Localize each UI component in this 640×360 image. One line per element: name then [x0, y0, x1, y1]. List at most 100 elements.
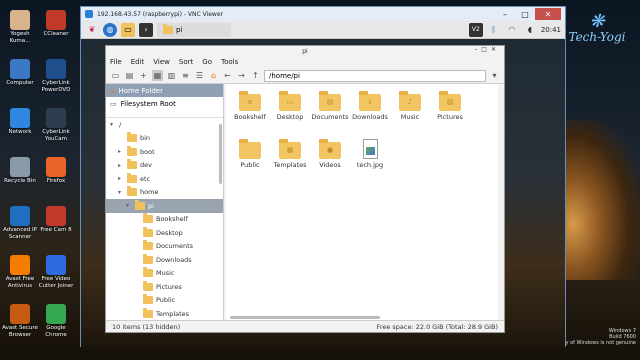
- file-item[interactable]: ● Videos: [310, 138, 350, 186]
- tree-item[interactable]: bin: [106, 132, 223, 146]
- expander-icon[interactable]: ▸: [118, 175, 124, 182]
- menu-item-sort[interactable]: Sort: [179, 58, 193, 66]
- tree-item[interactable]: Music: [106, 267, 223, 281]
- file-item[interactable]: ≡ Bookshelf: [230, 90, 270, 138]
- file-item[interactable]: ↓ Downloads: [350, 90, 390, 138]
- file-item[interactable]: ♪ Music: [390, 90, 430, 138]
- tree-item[interactable]: Desktop: [106, 226, 223, 240]
- list-view-icon[interactable]: ☰: [194, 70, 205, 81]
- tree-item[interactable]: Public: [106, 294, 223, 308]
- desktop-shortcut[interactable]: Avast Secure Browser: [2, 304, 38, 338]
- desktop-shortcut[interactable]: CCleaner: [38, 10, 74, 38]
- desktop-shortcut-label: Advanced IP Scanner: [3, 227, 37, 240]
- close-button[interactable]: ✕: [535, 8, 561, 20]
- file-item[interactable]: ▨ Pictures: [430, 90, 470, 138]
- desktop-shortcut[interactable]: Avast Free Antivirus: [2, 255, 38, 289]
- desktop-shortcut-icon: [10, 206, 30, 226]
- volume-icon[interactable]: ◖: [523, 23, 537, 37]
- vnc-titlebar[interactable]: 192.168.43.57 (raspberrypi) - VNC Viewer…: [81, 7, 565, 21]
- desktop-shortcut[interactable]: Advanced IP Scanner: [2, 206, 38, 240]
- tree-label: pi: [148, 201, 154, 210]
- file-item[interactable]: ▤ Documents: [310, 90, 350, 138]
- tree-item[interactable]: ▸ boot: [106, 145, 223, 159]
- desktop-shortcut[interactable]: Free Cam 8: [38, 206, 74, 234]
- file-item-label: Templates: [273, 161, 307, 169]
- file-item[interactable]: ▦ Templates: [270, 138, 310, 186]
- menu-item-file[interactable]: File: [110, 58, 122, 66]
- file-item[interactable]: ▭ Desktop: [270, 90, 310, 138]
- compact-view-icon[interactable]: ≡: [180, 70, 191, 81]
- chevron-down-icon[interactable]: ▾: [489, 70, 500, 81]
- tree-label: etc: [140, 174, 151, 183]
- expander-icon[interactable]: ▸: [118, 162, 124, 169]
- tree-item[interactable]: Bookshelf: [106, 213, 223, 227]
- file-manager-titlebar[interactable]: pi –□✕: [106, 46, 504, 56]
- tree-label: Pictures: [156, 282, 182, 291]
- folder-icon: [135, 199, 145, 210]
- desktop-shortcut[interactable]: Google Chrome: [38, 304, 74, 338]
- up-icon[interactable]: ↑: [250, 70, 261, 81]
- back-icon[interactable]: ←: [222, 70, 233, 81]
- expander-icon[interactable]: ▾: [118, 189, 124, 196]
- new-window-icon[interactable]: ▭: [110, 70, 121, 81]
- file-manager-icon[interactable]: ▭: [121, 22, 135, 37]
- forward-icon[interactable]: →: [236, 70, 247, 81]
- side-scrollbar[interactable]: [219, 124, 222, 184]
- desktop-shortcut[interactable]: Network: [2, 108, 38, 136]
- file-item[interactable]: Public: [230, 138, 270, 186]
- wifi-icon[interactable]: ◠: [505, 23, 519, 37]
- horizontal-scrollbar[interactable]: [230, 316, 380, 319]
- home-icon[interactable]: ⌂: [208, 70, 219, 81]
- file-item[interactable]: tech.jpg: [350, 138, 390, 186]
- desktop-shortcut[interactable]: Computer: [2, 59, 38, 87]
- desktop-shortcut[interactable]: Yogesh Kuma...: [2, 10, 38, 44]
- desktop-shortcut[interactable]: Recycle Bin: [2, 157, 38, 185]
- raspberry-menu-icon[interactable]: ❦: [85, 23, 99, 37]
- tree-item[interactable]: ▾ home: [106, 186, 223, 200]
- status-bar: 10 items (13 hidden) Free space: 22.0 Gi…: [106, 320, 504, 332]
- file-item-label: Videos: [319, 161, 341, 169]
- vnc-server-icon[interactable]: V2: [468, 22, 483, 37]
- new-file-icon[interactable]: +: [138, 70, 149, 81]
- tree-item[interactable]: Templates: [106, 307, 223, 320]
- place-item[interactable]: ⌂ Home Folder: [106, 84, 223, 97]
- tree-item[interactable]: Pictures: [106, 280, 223, 294]
- new-folder-icon[interactable]: ▤: [124, 70, 135, 81]
- taskbar-task-pi[interactable]: pi: [157, 22, 231, 37]
- tree-item[interactable]: ▸ dev: [106, 159, 223, 173]
- desktop-shortcut[interactable]: Firefox: [38, 157, 74, 185]
- tree-label: Templates: [156, 309, 190, 318]
- desktop-shortcut[interactable]: CyberLink YouCam: [38, 108, 74, 142]
- web-browser-icon[interactable]: ◍: [103, 22, 117, 37]
- file-view: ≡ Bookshelf ▭ Desktop ▤ Documents ↓ Downloads ♪ M…: [226, 84, 498, 320]
- desktop-shortcut-icon: [46, 108, 66, 128]
- raspberry-pi-desktop: ❦ ◍ ▭ › pi V2 ᛒ ◠ ◖ 20:41 pi –□✕ File Edi…: [81, 21, 565, 347]
- thumbnail-view-icon[interactable]: ▥: [166, 70, 177, 81]
- terminal-icon[interactable]: ›: [139, 22, 153, 37]
- desktop-shortcut[interactable]: CyberLink PowerDVD: [38, 59, 74, 93]
- menu-item-go[interactable]: Go: [202, 58, 212, 66]
- desktop-shortcut[interactable]: Free Video Cutter Joiner: [38, 255, 74, 289]
- path-input[interactable]: /home/pi: [264, 69, 486, 82]
- expander-icon[interactable]: ▸: [118, 148, 124, 155]
- tree-item[interactable]: ▾ pi: [106, 199, 223, 213]
- close-icon[interactable]: ✕: [491, 46, 500, 53]
- maximize-icon[interactable]: □: [481, 46, 491, 53]
- folder-icon: ▦: [279, 139, 301, 159]
- tree-item[interactable]: ▸ etc: [106, 172, 223, 186]
- vnc-window-title: 192.168.43.57 (raspberrypi) - VNC Viewer: [97, 10, 223, 18]
- bluetooth-icon[interactable]: ᛒ: [487, 23, 501, 37]
- maximize-button[interactable]: □: [515, 8, 535, 20]
- place-item[interactable]: ▭ Filesystem Root: [106, 97, 223, 110]
- tree-item[interactable]: Downloads: [106, 253, 223, 267]
- menu-item-view[interactable]: View: [153, 58, 170, 66]
- expander-icon[interactable]: ▾: [126, 202, 132, 209]
- desktop-shortcut-label: Free Cam 8: [40, 227, 72, 233]
- minimize-button[interactable]: –: [495, 8, 515, 20]
- expander-icon[interactable]: ▾: [110, 121, 116, 128]
- menu-item-edit[interactable]: Edit: [131, 58, 145, 66]
- tree-item[interactable]: Documents: [106, 240, 223, 254]
- icon-view-icon[interactable]: ▦: [152, 70, 163, 81]
- tree-item[interactable]: ▾ /: [106, 118, 223, 132]
- menu-item-tools[interactable]: Tools: [221, 58, 238, 66]
